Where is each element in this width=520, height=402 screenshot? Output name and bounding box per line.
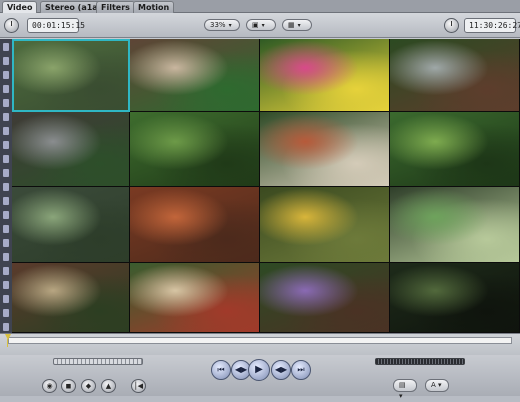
chevron-down-icon: ▾ <box>297 22 301 29</box>
duration-timecode-field[interactable]: 00:01:15:15 <box>27 18 85 33</box>
viewer-window: Video Stereo (a1a2) Filters Motion 00:01… <box>0 0 520 400</box>
film-sprocket-hole <box>3 85 9 93</box>
playhead-icon[interactable] <box>5 334 11 340</box>
film-sprocket-hole <box>3 99 9 107</box>
add-marker-button[interactable]: ▲ <box>101 379 116 393</box>
go-to-previous-edit-button[interactable]: ⏮ <box>211 360 231 380</box>
grass-tile <box>130 112 260 187</box>
film-sprocket-hole <box>3 239 9 247</box>
toolbar: 00:01:15:15 33% ▾ ▣ ▾ ▦ ▾ 11:30:26:27 <box>0 13 520 38</box>
gnome-tile <box>130 263 260 333</box>
film-sprocket-hole <box>3 127 9 135</box>
mark-in-out-button[interactable]: ⎮◀ <box>131 379 146 393</box>
overlay-popup[interactable]: ▦ ▾ <box>282 19 312 31</box>
add-keyframe-button[interactable]: ◆ <box>81 379 96 393</box>
rocking-horse-tile <box>130 39 260 112</box>
film-sprocket-hole <box>3 295 9 303</box>
jog-control[interactable] <box>375 358 465 365</box>
wheel-tile <box>260 112 390 187</box>
play-button[interactable]: ▶ <box>248 359 270 381</box>
tricycle-tile <box>260 39 390 112</box>
audio-popup[interactable]: A ▾ <box>425 379 449 392</box>
ornament-tile <box>390 187 520 263</box>
flowers-tile <box>260 263 390 333</box>
film-sprocket-hole <box>3 281 9 289</box>
go-to-next-edit-button[interactable]: ⏭ <box>291 360 311 380</box>
film-sprocket-hole <box>3 141 9 149</box>
leaves-tile <box>390 112 520 187</box>
tab-motion[interactable]: Motion <box>133 1 175 13</box>
chevron-down-icon: ▾ <box>261 22 265 29</box>
big-leaves-tile <box>390 263 520 333</box>
windchime-tile <box>12 112 130 187</box>
rusty-tray-tile <box>130 187 260 263</box>
film-sprocket-hole <box>3 71 9 79</box>
overwrite-popup[interactable]: ▤ ▾ <box>393 379 417 400</box>
tab-filters[interactable]: Filters <box>96 1 135 13</box>
toy-truck-tile <box>260 187 390 263</box>
scrubber-bar <box>0 333 520 355</box>
playhead-line <box>7 339 8 347</box>
film-sprocket-hole <box>3 309 9 317</box>
film-sprocket-hole <box>3 211 9 219</box>
film-sprocket-hole <box>3 323 9 331</box>
transport-controls: ⏮ ◀▶ ▶ ◀▶ ⏭ ◉ ◼ ◆ ▲ ⎮◀ ▤ ▾ A ▾ <box>0 355 520 400</box>
film-sprocket-hole <box>3 57 9 65</box>
bust-statue-tile <box>12 263 130 333</box>
wagon-tile <box>390 39 520 112</box>
zoom-popup[interactable]: 33% ▾ <box>204 19 240 31</box>
film-sprocket-hole <box>3 253 9 261</box>
clock-icon <box>4 18 19 33</box>
tab-bar: Video Stereo (a1a2) Filters Motion <box>0 0 520 13</box>
tab-video[interactable]: Video <box>2 1 38 13</box>
film-sprocket-hole <box>3 267 9 275</box>
film-sprocket-hole <box>3 197 9 205</box>
film-sprocket-hole <box>3 113 9 121</box>
shuttle-control[interactable] <box>53 358 143 365</box>
current-timecode-field[interactable]: 11:30:26:27 <box>464 18 520 33</box>
match-frame-button[interactable]: ◉ <box>42 379 57 393</box>
image-mosaic <box>12 39 520 333</box>
filmstrip-edge <box>0 39 12 333</box>
overlay-icon: ▦ <box>288 21 295 29</box>
zoom-value: 33% <box>210 21 226 29</box>
clock-icon <box>444 18 459 33</box>
film-sprocket-hole <box>3 43 9 51</box>
film-sprocket-hole <box>3 169 9 177</box>
film-sprocket-hole <box>3 155 9 163</box>
film-sprocket-hole <box>3 225 9 233</box>
pond-tile <box>12 39 130 112</box>
view-mode-icon: ▣ <box>252 21 259 29</box>
film-sprocket-hole <box>3 183 9 191</box>
chevron-down-icon: ▾ <box>228 22 232 29</box>
view-mode-popup[interactable]: ▣ ▾ <box>246 19 276 31</box>
video-canvas[interactable] <box>0 39 520 333</box>
scrubber-track[interactable] <box>8 337 512 344</box>
mark-clip-button[interactable]: ◼ <box>61 379 76 393</box>
play-around-current-button[interactable]: ◀▶ <box>271 360 291 380</box>
windmill-tile <box>12 187 130 263</box>
